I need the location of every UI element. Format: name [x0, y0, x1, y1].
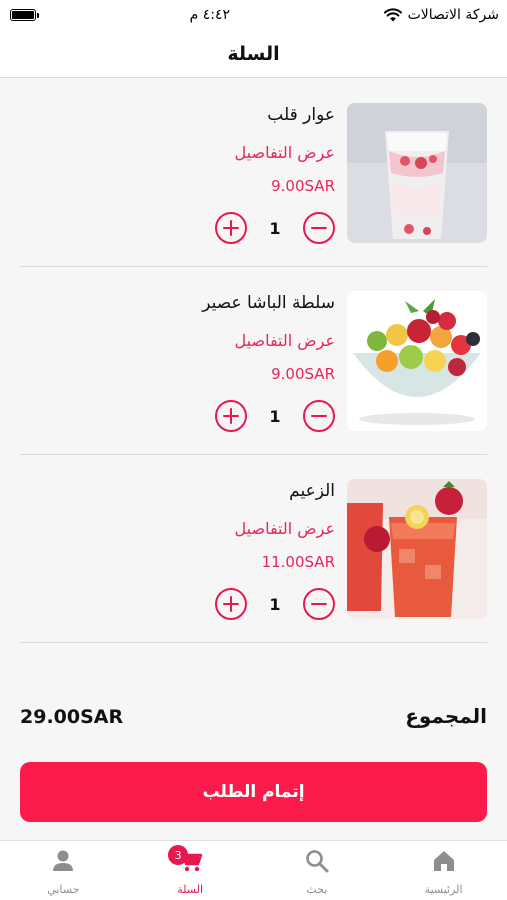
item-name: سلطة الباشا عصير	[202, 293, 335, 313]
tab-bar: حسابي 3 السلة بحث الرئيسية	[0, 840, 507, 900]
increase-quantity-button[interactable]	[215, 588, 247, 620]
fruit-salad-image	[347, 291, 487, 431]
divider	[20, 642, 487, 643]
tab-account[interactable]: حسابي	[0, 841, 127, 900]
cart-count-badge: 3	[168, 845, 189, 865]
quantity-value: 1	[269, 218, 281, 238]
milkshake-image	[347, 103, 487, 243]
strawberry-juice-image	[347, 479, 487, 619]
cart-item: عوار قلب عرض التفاصيل 9.00SAR 1	[20, 103, 487, 245]
wifi-icon	[383, 8, 402, 22]
quantity-stepper: 1	[215, 211, 335, 245]
total-label: المجموع	[405, 704, 487, 728]
nav-header: السلة	[0, 30, 507, 78]
quantity-stepper: 1	[215, 587, 335, 621]
page-title: السلة	[227, 42, 280, 65]
item-name: عوار قلب	[267, 105, 335, 125]
battery-icon	[10, 9, 39, 21]
view-details-link[interactable]: عرض التفاصيل	[235, 519, 335, 538]
home-icon	[431, 848, 457, 874]
status-carrier-group: شركة الاتصالات	[383, 7, 499, 23]
item-price: 9.00SAR	[271, 177, 335, 195]
item-info: سلطة الباشا عصير عرض التفاصيل 9.00SAR 1	[35, 291, 335, 433]
tab-home[interactable]: الرئيسية	[380, 841, 507, 900]
decrease-quantity-button[interactable]	[303, 588, 335, 620]
view-details-link[interactable]: عرض التفاصيل	[235, 331, 335, 350]
decrease-quantity-button[interactable]	[303, 212, 335, 244]
item-image-awar-qalb[interactable]	[347, 103, 487, 243]
divider	[20, 266, 487, 267]
increase-quantity-button[interactable]	[215, 400, 247, 432]
checkout-button[interactable]: إتمام الطلب	[20, 762, 487, 822]
divider	[20, 454, 487, 455]
total-value: 29.00SAR	[20, 706, 124, 728]
minus-icon	[311, 414, 327, 418]
carrier-name: شركة الاتصالات	[407, 7, 499, 23]
quantity-value: 1	[269, 594, 281, 614]
tab-label: الرئيسية	[424, 883, 463, 896]
tab-label: بحث	[306, 883, 328, 896]
quantity-value: 1	[269, 406, 281, 426]
item-price: 11.00SAR	[261, 553, 335, 571]
item-price: 9.00SAR	[271, 365, 335, 383]
total-row: المجموع 29.00SAR	[20, 704, 487, 736]
cart-item: سلطة الباشا عصير عرض التفاصيل 9.00SAR 1	[20, 291, 487, 433]
quantity-stepper: 1	[215, 399, 335, 433]
minus-icon	[311, 602, 327, 606]
cart-icon: 3	[168, 845, 203, 874]
increase-quantity-button[interactable]	[215, 212, 247, 244]
item-info: عوار قلب عرض التفاصيل 9.00SAR 1	[35, 103, 335, 245]
tab-label: حسابي	[47, 883, 80, 896]
item-image-salad[interactable]	[347, 291, 487, 431]
item-name: الزعيم	[289, 481, 335, 501]
view-details-link[interactable]: عرض التفاصيل	[235, 143, 335, 162]
status-bar: ٤:٤٢ م شركة الاتصالات	[0, 0, 507, 30]
status-time: ٤:٤٢ م	[189, 7, 230, 23]
cart-item: الزعيم عرض التفاصيل 11.00SAR 1	[20, 479, 487, 621]
minus-icon	[311, 226, 327, 230]
search-icon	[304, 848, 330, 874]
decrease-quantity-button[interactable]	[303, 400, 335, 432]
tab-search[interactable]: بحث	[254, 841, 381, 900]
item-info: الزعيم عرض التفاصيل 11.00SAR 1	[35, 479, 335, 621]
item-image-alzaeem[interactable]	[347, 479, 487, 619]
person-icon	[50, 848, 76, 874]
tab-label: السلة	[177, 883, 203, 896]
tab-cart[interactable]: 3 السلة	[127, 841, 254, 900]
